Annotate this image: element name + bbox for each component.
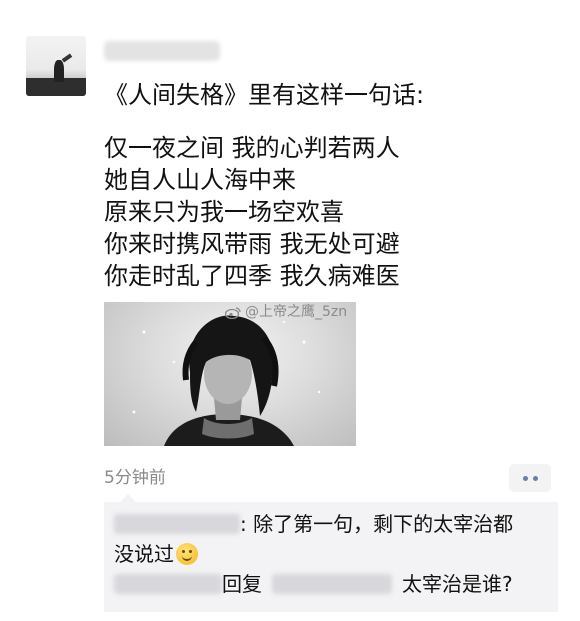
comments-panel: : 除了第一句，剩下的太宰治都 没说过 回复 太宰治是谁? — [104, 494, 558, 612]
post-text-line-1: 《人间失格》里有这样一句话: — [104, 81, 425, 109]
comment-1-text-cont: 没说过 — [114, 540, 198, 568]
watermark-text: @上帝之鹰_5zn — [245, 304, 348, 320]
comment-1-text: : 除了第一句，剩下的太宰治都 — [240, 512, 514, 536]
replier-name-blurred[interactable] — [114, 574, 222, 594]
dot — [522, 475, 528, 481]
post-text-line-2: 仅一夜之间 我的心判若两人 — [104, 134, 400, 162]
dot — [532, 475, 538, 481]
smile-emoji-icon — [176, 543, 198, 565]
post-text-line-3: 她自人山人海中来 — [104, 166, 296, 194]
comment-2-text: 太宰治是谁? — [402, 572, 513, 596]
comments-arrow — [120, 494, 136, 502]
reply-target-blurred[interactable] — [272, 574, 392, 594]
weibo-logo-icon — [224, 306, 241, 319]
post-photo[interactable] — [104, 302, 356, 446]
reply-label: 回复 — [222, 572, 262, 596]
portrait-illustration — [132, 315, 321, 446]
post-text-line-5: 你来时携风带雨 我无处可避 — [104, 230, 400, 258]
avatar[interactable] — [26, 36, 86, 96]
post-timestamp: 5分钟前 — [104, 468, 166, 488]
post-text-line-6: 你走时乱了四季 我久病难医 — [104, 262, 400, 290]
post-text-line-4: 原来只为我一场空欢喜 — [104, 198, 344, 226]
watermark: @上帝之鹰_5zn — [224, 303, 348, 321]
comment-1-text-cont-label: 没说过 — [114, 542, 174, 566]
more-dots-icon[interactable] — [509, 464, 551, 492]
avatar-figure — [54, 60, 64, 82]
username-blurred[interactable] — [104, 41, 220, 61]
commenter-name-blurred[interactable] — [114, 514, 240, 534]
avatar-figure-arm — [61, 53, 73, 63]
